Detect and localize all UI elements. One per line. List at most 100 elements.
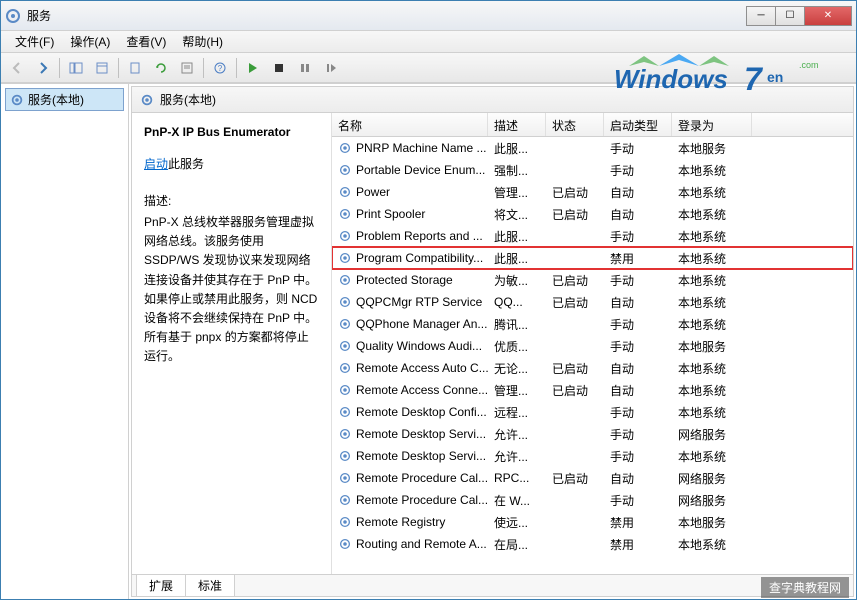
properties-icon-button[interactable] bbox=[175, 56, 199, 80]
service-logon: 本地系统 bbox=[672, 314, 752, 335]
menu-view[interactable]: 查看(V) bbox=[118, 31, 174, 52]
refresh-button[interactable] bbox=[149, 56, 173, 80]
nav-back-button[interactable] bbox=[5, 56, 29, 80]
tab-extended[interactable]: 扩展 bbox=[136, 574, 186, 596]
start-service-line: 启动此服务 bbox=[144, 155, 319, 172]
selected-service-title: PnP-X IP Bus Enumerator bbox=[144, 125, 319, 139]
service-list-pane: 名称 描述 状态 启动类型 登录为 PNRP Machine Name ...此… bbox=[332, 113, 853, 574]
gear-icon bbox=[338, 207, 352, 221]
service-status bbox=[546, 234, 604, 238]
service-desc: 允许... bbox=[488, 424, 546, 445]
service-desc: 管理... bbox=[488, 380, 546, 401]
start-service-button[interactable] bbox=[241, 56, 265, 80]
service-row[interactable]: Remote Desktop Servi...允许...手动本地系统 bbox=[332, 445, 853, 467]
service-startup: 手动 bbox=[604, 226, 672, 247]
service-row[interactable]: Remote Registry使远...禁用本地服务 bbox=[332, 511, 853, 533]
service-status: 已启动 bbox=[546, 468, 604, 489]
service-row[interactable]: Remote Procedure Cal...在 W...手动网络服务 bbox=[332, 489, 853, 511]
stop-service-button[interactable] bbox=[267, 56, 291, 80]
service-row[interactable]: Print Spooler将文...已启动自动本地系统 bbox=[332, 203, 853, 225]
service-row[interactable]: QQPhone Manager An...腾讯...手动本地系统 bbox=[332, 313, 853, 335]
export-button[interactable] bbox=[123, 56, 147, 80]
service-desc: 优质... bbox=[488, 336, 546, 357]
menu-action[interactable]: 操作(A) bbox=[62, 31, 118, 52]
service-row[interactable]: Problem Reports and ...此服...手动本地系统 bbox=[332, 225, 853, 247]
service-row[interactable]: Remote Procedure Cal...RPC...已启动自动网络服务 bbox=[332, 467, 853, 489]
restart-service-button[interactable] bbox=[319, 56, 343, 80]
gear-icon bbox=[338, 141, 352, 155]
service-status: 已启动 bbox=[546, 292, 604, 313]
service-logon: 本地系统 bbox=[672, 204, 752, 225]
maximize-button[interactable]: ☐ bbox=[775, 6, 805, 26]
toolbar: ? bbox=[1, 53, 856, 83]
service-row[interactable]: Program Compatibility...此服...禁用本地系统 bbox=[332, 247, 853, 269]
col-logon-as[interactable]: 登录为 bbox=[672, 113, 752, 136]
service-desc: 将文... bbox=[488, 204, 546, 225]
window-controls: ─ ☐ ✕ bbox=[747, 6, 852, 26]
gear-icon bbox=[338, 251, 352, 265]
menu-help[interactable]: 帮助(H) bbox=[174, 31, 231, 52]
service-row[interactable]: Remote Access Auto C...无论...已启动自动本地系统 bbox=[332, 357, 853, 379]
tree-root-services-local[interactable]: 服务(本地) bbox=[5, 88, 124, 111]
service-desc: 强制... bbox=[488, 160, 546, 181]
service-status bbox=[546, 168, 604, 172]
toolbar-separator bbox=[59, 58, 60, 78]
service-logon: 本地系统 bbox=[672, 248, 752, 269]
service-status bbox=[546, 454, 604, 458]
gear-icon bbox=[338, 273, 352, 287]
col-status[interactable]: 状态 bbox=[546, 113, 604, 136]
service-row[interactable]: PNRP Machine Name ...此服...手动本地服务 bbox=[332, 137, 853, 159]
service-desc: 腾讯... bbox=[488, 314, 546, 335]
show-hide-tree-button[interactable] bbox=[64, 56, 88, 80]
service-desc: RPC... bbox=[488, 469, 546, 487]
col-description[interactable]: 描述 bbox=[488, 113, 546, 136]
service-row[interactable]: Remote Desktop Confi...远程...手动本地系统 bbox=[332, 401, 853, 423]
col-startup-type[interactable]: 启动类型 bbox=[604, 113, 672, 136]
menubar: 文件(F) 操作(A) 查看(V) 帮助(H) bbox=[1, 31, 856, 53]
service-logon: 本地系统 bbox=[672, 534, 752, 555]
start-service-text: 此服务 bbox=[168, 157, 204, 171]
service-name: PNRP Machine Name ... bbox=[332, 139, 488, 157]
service-logon: 本地系统 bbox=[672, 380, 752, 401]
service-name: Quality Windows Audi... bbox=[332, 337, 488, 355]
service-status bbox=[546, 542, 604, 546]
service-startup: 禁用 bbox=[604, 512, 672, 533]
service-row[interactable]: QQPCMgr RTP ServiceQQ...已启动自动本地系统 bbox=[332, 291, 853, 313]
start-service-link[interactable]: 启动 bbox=[144, 157, 168, 171]
tree-pane: 服务(本地) bbox=[1, 84, 129, 599]
help-button[interactable]: ? bbox=[208, 56, 232, 80]
toolbar-separator bbox=[236, 58, 237, 78]
service-row[interactable]: Remote Desktop Servi...允许...手动网络服务 bbox=[332, 423, 853, 445]
service-desc: 无论... bbox=[488, 358, 546, 379]
titlebar[interactable]: 服务 ─ ☐ ✕ bbox=[1, 1, 856, 31]
minimize-button[interactable]: ─ bbox=[746, 6, 776, 26]
close-button[interactable]: ✕ bbox=[804, 6, 852, 26]
tab-standard[interactable]: 标准 bbox=[185, 574, 235, 596]
gear-icon bbox=[140, 93, 154, 107]
service-startup: 手动 bbox=[604, 270, 672, 291]
col-name[interactable]: 名称 bbox=[332, 113, 488, 136]
menu-file[interactable]: 文件(F) bbox=[7, 31, 62, 52]
service-startup: 自动 bbox=[604, 468, 672, 489]
footer-watermark: 查字典教程网 bbox=[761, 577, 849, 598]
service-name: Remote Desktop Servi... bbox=[332, 447, 488, 465]
service-startup: 自动 bbox=[604, 204, 672, 225]
description-text: PnP-X 总线枚举器服务管理虚拟网络总线。该服务使用 SSDP/WS 发现协议… bbox=[144, 213, 319, 367]
service-desc: 使远... bbox=[488, 512, 546, 533]
service-row[interactable]: Protected Storage为敏...已启动手动本地系统 bbox=[332, 269, 853, 291]
service-name: Remote Desktop Servi... bbox=[332, 425, 488, 443]
service-row[interactable]: Portable Device Enum...强制...手动本地系统 bbox=[332, 159, 853, 181]
service-row[interactable]: Power管理...已启动自动本地系统 bbox=[332, 181, 853, 203]
service-name: QQPhone Manager An... bbox=[332, 315, 488, 333]
nav-forward-button[interactable] bbox=[31, 56, 55, 80]
service-row[interactable]: Quality Windows Audi...优质...手动本地服务 bbox=[332, 335, 853, 357]
service-desc: 在 W... bbox=[488, 490, 546, 511]
service-status bbox=[546, 344, 604, 348]
gear-icon bbox=[338, 515, 352, 529]
properties-button[interactable] bbox=[90, 56, 114, 80]
service-row[interactable]: Remote Access Conne...管理...已启动自动本地系统 bbox=[332, 379, 853, 401]
service-status bbox=[546, 498, 604, 502]
pause-service-button[interactable] bbox=[293, 56, 317, 80]
service-list-body[interactable]: PNRP Machine Name ...此服...手动本地服务Portable… bbox=[332, 137, 853, 574]
service-row[interactable]: Routing and Remote A...在局...禁用本地系统 bbox=[332, 533, 853, 555]
